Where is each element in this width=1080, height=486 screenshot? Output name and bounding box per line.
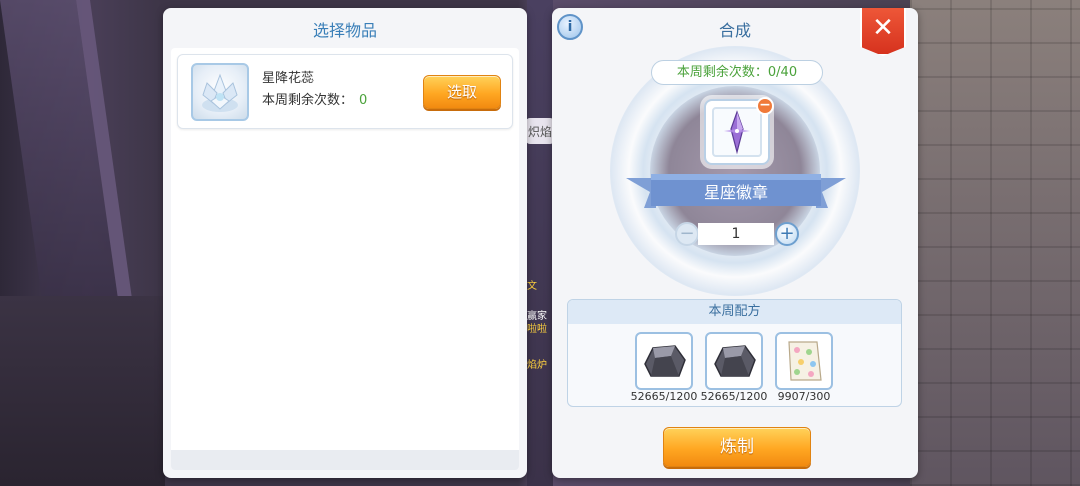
background-shadow [0, 296, 165, 486]
item-remaining-label: 本周剩余次数： [262, 93, 354, 108]
background-peek-text: 啦啦 [527, 324, 547, 335]
star-crystal-icon [712, 107, 762, 157]
list-item[interactable]: 星降花蕊 本周剩余次数： 0 选取 [177, 54, 513, 129]
material-count: 52665/1200 [700, 390, 768, 403]
ore-stone-icon[interactable] [635, 332, 693, 390]
weekly-remaining: 本周剩余次数：0/40 [651, 60, 823, 85]
background-peek-text: 焰炉 [527, 360, 547, 371]
material-count: 52665/1200 [630, 390, 698, 403]
background-peek-tab: 炽焰 [526, 118, 554, 144]
recipe-title: 本周配方 [568, 300, 901, 324]
quantity-field[interactable]: 1 [698, 223, 774, 245]
ore-stone-icon[interactable] [705, 332, 763, 390]
target-item-name: 星座徽章 [703, 183, 768, 202]
close-button[interactable]: ✕ [860, 8, 906, 56]
item-remaining: 本周剩余次数： 0 [262, 89, 367, 108]
list-footer [171, 450, 519, 470]
info-icon[interactable]: i [557, 14, 583, 40]
crystal-flower-icon [191, 63, 249, 121]
background-peek-text: 文 [527, 281, 537, 292]
polka-dot-cloth-icon[interactable] [775, 332, 833, 390]
panel-title: 选择物品 [312, 21, 377, 40]
synthesis-panel: 合成 i ✕ 本周剩余次数：0/40 − 星座徽章 − 1 + 本周配方 526… [552, 8, 918, 478]
material-count: 9907/300 [777, 390, 831, 403]
craft-button[interactable]: 炼制 [663, 427, 811, 467]
remove-item-button[interactable]: − [756, 97, 774, 115]
recipe-box: 本周配方 52665/1200 52665/1200 9907/300 [567, 299, 902, 407]
select-button[interactable]: 选取 [423, 75, 501, 109]
background-stone-floor [910, 0, 1080, 486]
select-item-panel: 选择物品 星降花蕊 本周剩余次数： 0 选取 [163, 8, 527, 478]
background-strip [527, 0, 553, 486]
item-list[interactable]: 星降花蕊 本周剩余次数： 0 选取 [171, 48, 519, 470]
item-remaining-value: 0 [359, 93, 368, 108]
quantity-increase-button[interactable]: + [775, 222, 799, 246]
item-name: 星降花蕊 [262, 71, 315, 86]
quantity-decrease-button[interactable]: − [675, 222, 699, 246]
